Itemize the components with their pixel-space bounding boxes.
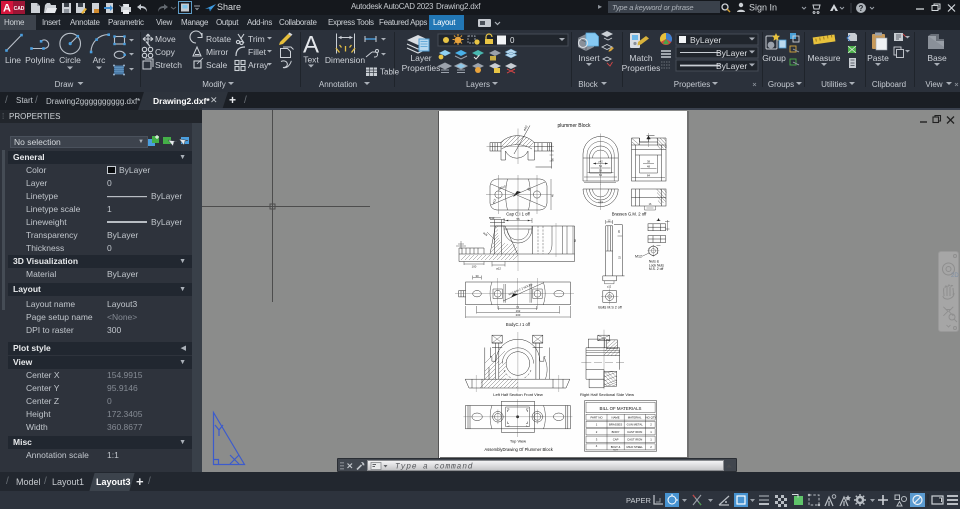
- svg-text:Trim: Trim: [248, 34, 265, 44]
- svg-text:Properties: Properties: [402, 63, 441, 73]
- svg-text:Draw: Draw: [55, 80, 74, 89]
- svg-text:Base: Base: [927, 53, 947, 63]
- svg-text:ByLayer: ByLayer: [716, 61, 747, 71]
- svg-text:Mirror: Mirror: [206, 47, 228, 57]
- svg-text:View: View: [925, 80, 942, 89]
- svg-text:Array: Array: [248, 60, 269, 70]
- svg-text:Annotation: Annotation: [319, 80, 357, 89]
- svg-text:Block: Block: [578, 80, 599, 89]
- svg-text:Circle: Circle: [59, 55, 81, 65]
- svg-text:Insert: Insert: [578, 53, 600, 63]
- svg-text:CAD: CAD: [14, 6, 25, 12]
- svg-text:Dimension: Dimension: [325, 55, 365, 65]
- svg-text:?: ?: [859, 4, 864, 13]
- svg-text:Rotate: Rotate: [206, 34, 231, 44]
- svg-text:ByLayer: ByLayer: [690, 35, 721, 45]
- svg-text:Utilities: Utilities: [821, 80, 847, 89]
- svg-text:Paste: Paste: [867, 53, 889, 63]
- svg-text:Modify: Modify: [202, 80, 226, 89]
- svg-text:Scale: Scale: [206, 60, 228, 70]
- svg-text:2D: 2D: [951, 273, 959, 279]
- svg-text:Line: Line: [5, 55, 21, 65]
- svg-text:Group: Group: [762, 53, 786, 63]
- svg-text:0: 0: [510, 36, 515, 45]
- svg-text:Layers: Layers: [466, 80, 490, 89]
- svg-text:Match: Match: [629, 53, 652, 63]
- svg-text:Polyline: Polyline: [25, 55, 55, 65]
- svg-text:Fillet: Fillet: [248, 47, 267, 57]
- svg-text:Table: Table: [380, 68, 400, 77]
- svg-text:Clipboard: Clipboard: [872, 80, 906, 89]
- svg-text:Properties: Properties: [674, 80, 710, 89]
- svg-text:Text: Text: [303, 55, 319, 65]
- svg-text:Groups: Groups: [768, 80, 794, 89]
- svg-text:Sign In: Sign In: [749, 3, 777, 13]
- svg-text:ByLayer: ByLayer: [716, 48, 747, 58]
- svg-text:A: A: [3, 3, 11, 15]
- svg-text:Move: Move: [155, 34, 176, 44]
- svg-text:Arc: Arc: [93, 55, 107, 65]
- svg-text:Layer: Layer: [410, 53, 431, 63]
- svg-text:Measure: Measure: [807, 53, 840, 63]
- svg-text:Properties: Properties: [622, 63, 661, 73]
- svg-text:Copy: Copy: [155, 47, 176, 57]
- svg-text:Type a command: Type a command: [395, 463, 473, 472]
- svg-text:Stretch: Stretch: [155, 60, 182, 70]
